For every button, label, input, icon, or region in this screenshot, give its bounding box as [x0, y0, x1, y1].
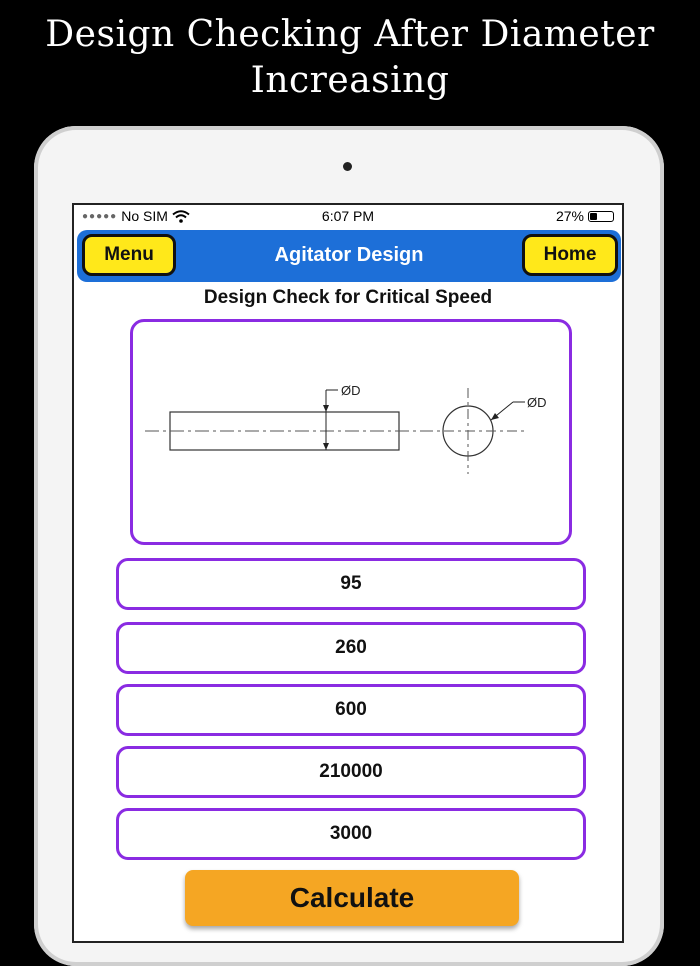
battery-percent: 27%: [555, 208, 584, 224]
input-field-2[interactable]: 260: [116, 622, 586, 674]
promo-title-line1: Design Checking After Diameter: [45, 14, 655, 55]
shaft-diagram: ØD ØD: [130, 319, 572, 545]
shaft-drawing: ØD ØD: [145, 383, 547, 474]
input-field-4[interactable]: 210000: [116, 746, 586, 798]
section-title: Design Check for Critical Speed: [203, 287, 493, 308]
calculate-button[interactable]: Calculate: [185, 870, 519, 926]
battery-icon: [588, 210, 614, 222]
status-bar: ●●●●● No SIM 6:07 PM 27%: [74, 205, 622, 227]
status-right: 27%: [556, 208, 614, 224]
promo-title: Design Checking After Diameter Increasin…: [0, 12, 700, 104]
status-time: 6:07 PM: [321, 208, 375, 224]
input-field-5[interactable]: 3000: [116, 808, 586, 860]
nav-bar: Menu Agitator Design Home: [77, 230, 621, 282]
promo-title-line2: Increasing: [250, 60, 450, 101]
input-field-3[interactable]: 600: [116, 684, 586, 736]
input-field-1[interactable]: 95: [116, 558, 586, 610]
home-button[interactable]: Home: [522, 234, 618, 276]
camera-dot: [343, 162, 352, 171]
shaft-diameter-label: ØD: [341, 383, 361, 398]
app-screen: ●●●●● No SIM 6:07 PM 27% Menu Agitator D…: [72, 203, 624, 943]
section-diameter-label: ØD: [527, 395, 547, 410]
